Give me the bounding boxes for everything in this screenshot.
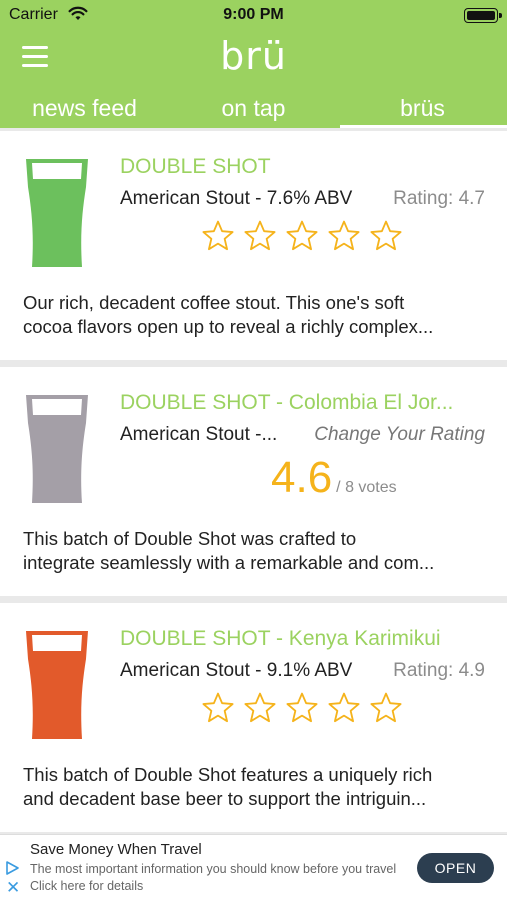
star-icon[interactable]	[201, 219, 235, 253]
star-icon[interactable]	[243, 691, 277, 725]
ad-title: Save Money When Travel	[30, 841, 202, 858]
beer-description: This batch of Double Shot features a uni…	[23, 763, 493, 811]
battery-icon	[464, 8, 502, 23]
beer-name: DOUBLE SHOT	[120, 155, 271, 178]
beer-style: American Stout -...	[120, 424, 278, 445]
beer-name: DOUBLE SHOT - Kenya Karimikui	[120, 627, 441, 650]
app-header: brü news feed on tap brüs	[0, 30, 507, 128]
description-line: This batch of Double Shot features a uni…	[23, 764, 433, 785]
description-line: cocoa flavors open up to reveal a richly…	[23, 316, 434, 337]
beer-style: American Stout - 7.6% ABV	[120, 188, 353, 209]
score-value: 4.6	[271, 453, 333, 502]
close-icon[interactable]: ✕	[6, 879, 20, 896]
star-rating[interactable]	[201, 691, 403, 725]
app-logo: brü	[220, 34, 287, 78]
star-icon[interactable]	[201, 691, 235, 725]
vote-count: / 8 votes	[336, 479, 397, 496]
beer-card[interactable]: DOUBLE SHOT American Stout - 7.6% ABV Ra…	[0, 131, 507, 360]
description-line: This batch of Double Shot was crafted to	[23, 528, 357, 549]
star-icon[interactable]	[285, 691, 319, 725]
status-bar: Carrier 9:00 PM	[0, 0, 507, 30]
beer-style: American Stout - 9.1% ABV	[120, 660, 353, 681]
description-line: integrate seamlessly with a remarkable a…	[23, 552, 435, 573]
tab-brus[interactable]: brüs	[338, 88, 507, 128]
beer-name: DOUBLE SHOT - Colombia El Jor...	[120, 391, 454, 414]
beer-description: Our rich, decadent coffee stout. This on…	[23, 291, 493, 339]
clock: 9:00 PM	[223, 6, 284, 23]
ad-text[interactable]: The most important information you shoul…	[30, 861, 400, 895]
tab-on-tap[interactable]: on tap	[169, 88, 338, 128]
ad-banner[interactable]: ✕ Save Money When Travel The most import…	[0, 834, 507, 900]
star-icon[interactable]	[285, 219, 319, 253]
beer-rating: Rating: 4.7	[393, 188, 485, 209]
description-line: and decadent base beer to support the in…	[23, 788, 427, 809]
beer-card[interactable]: DOUBLE SHOT - Kenya Karimikui American S…	[0, 603, 507, 832]
star-icon[interactable]	[327, 691, 361, 725]
beer-glass-icon	[26, 159, 88, 267]
beer-glass-icon	[26, 631, 88, 739]
star-icon[interactable]	[243, 219, 277, 253]
beer-glass-icon	[26, 395, 88, 503]
open-button[interactable]: OPEN	[417, 853, 494, 883]
star-icon[interactable]	[369, 691, 403, 725]
beer-rating: Rating: 4.9	[393, 660, 485, 681]
description-line: Our rich, decadent coffee stout. This on…	[23, 292, 405, 313]
star-rating[interactable]	[201, 219, 403, 253]
tab-news-feed[interactable]: news feed	[0, 88, 169, 128]
beer-description: This batch of Double Shot was crafted to…	[23, 527, 493, 575]
star-icon[interactable]	[369, 219, 403, 253]
change-rating-link[interactable]: Change Your Rating	[314, 424, 485, 446]
star-icon[interactable]	[327, 219, 361, 253]
user-score: 4.6/ 8 votes	[271, 453, 397, 503]
tab-bar: news feed on tap brüs	[0, 88, 507, 128]
beer-card[interactable]: DOUBLE SHOT - Colombia El Jor... America…	[0, 367, 507, 596]
ad-choices-play-icon[interactable]	[5, 861, 19, 875]
